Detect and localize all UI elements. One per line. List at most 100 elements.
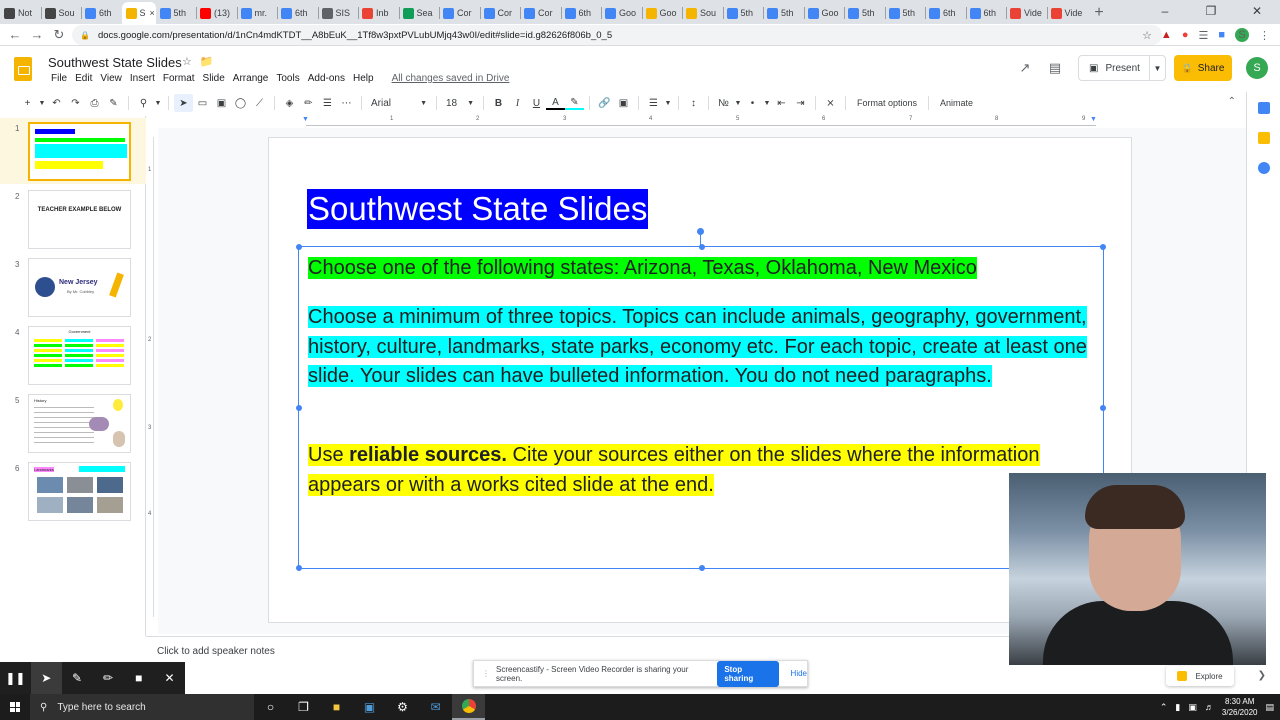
redo-icon[interactable]: ↷: [66, 94, 85, 112]
slide-thumbnail-6[interactable]: 6 Landmarks: [0, 458, 146, 524]
browser-tab[interactable]: Inb: [358, 2, 399, 24]
pdf-extension-icon[interactable]: ▲: [1161, 29, 1172, 41]
stop-sharing-button[interactable]: Stop sharing: [717, 660, 779, 687]
body-text-box[interactable]: Choose one of the following states: Ariz…: [296, 244, 1106, 571]
resize-handle[interactable]: [1100, 405, 1106, 411]
browser-tab[interactable]: Goo: [641, 2, 683, 24]
slide-thumbnail-4[interactable]: 4 Government: [0, 322, 146, 388]
present-button[interactable]: ▣ Present ▼: [1078, 55, 1166, 81]
undo-icon[interactable]: ↶: [47, 94, 66, 112]
browser-tab[interactable]: 5th: [763, 2, 804, 24]
text-color-icon[interactable]: A: [546, 96, 565, 110]
select-cursor-icon[interactable]: ➤: [174, 94, 193, 112]
paint-format-icon[interactable]: ✎: [104, 94, 123, 112]
settings-icon[interactable]: ⚙: [386, 694, 419, 720]
browser-tab[interactable]: 5th: [884, 2, 926, 24]
share-button[interactable]: 🔒 Share: [1174, 55, 1232, 81]
resize-handle[interactable]: [296, 565, 302, 571]
browser-tab[interactable]: Sou: [40, 2, 82, 24]
bookmark-star-icon[interactable]: ☆: [1142, 29, 1152, 42]
slide-thumbnail-2[interactable]: 2 TEACHER EXAMPLE BELOW: [0, 186, 146, 252]
chrome-menu-icon[interactable]: ⋮: [1259, 29, 1270, 42]
font-select[interactable]: Arial ▼: [367, 94, 431, 112]
menu-edit[interactable]: Edit: [71, 73, 96, 84]
taskbar-search[interactable]: ⚲ Type here to search: [30, 694, 254, 720]
browser-tab[interactable]: Vide: [1006, 2, 1047, 24]
file-explorer-icon[interactable]: ■: [320, 694, 353, 720]
slide-title[interactable]: Southwest State Slides: [307, 189, 649, 229]
browser-tab[interactable]: 6th: [965, 2, 1007, 24]
align-dropdown-icon[interactable]: ▼: [663, 94, 673, 112]
browser-tab[interactable]: 5th: [722, 2, 764, 24]
link-icon[interactable]: 🔗: [595, 94, 614, 112]
cursor-tool-icon[interactable]: ➤: [30, 662, 62, 694]
browser-tab[interactable]: Not: [0, 2, 41, 24]
browser-tab[interactable]: 5th: [156, 2, 197, 24]
docs-extension-icon[interactable]: ■: [1218, 29, 1225, 41]
menu-format[interactable]: Format: [159, 73, 199, 84]
menu-slide[interactable]: Slide: [199, 73, 229, 84]
browser-tab[interactable]: Goo: [803, 2, 845, 24]
font-size-select[interactable]: 18 ▼: [442, 94, 478, 112]
left-indent-marker[interactable]: ▼: [302, 116, 309, 123]
increase-indent-icon[interactable]: ⇥: [791, 94, 810, 112]
zoom-dropdown-icon[interactable]: ▼: [153, 94, 163, 112]
document-title[interactable]: Southwest State Slides: [48, 55, 182, 70]
collapse-menus-icon[interactable]: ⌃: [1228, 96, 1236, 107]
keep-icon[interactable]: [1257, 132, 1270, 144]
new-tab-button[interactable]: +: [1087, 2, 1111, 24]
highlight-color-icon[interactable]: ✎: [565, 96, 584, 110]
browser-tab[interactable]: 6th: [277, 2, 318, 24]
menu-tools[interactable]: Tools: [272, 73, 303, 84]
line-icon[interactable]: ⟋: [250, 94, 269, 112]
text-box-icon[interactable]: ▭: [193, 94, 212, 112]
align-icon[interactable]: ☰: [644, 94, 663, 112]
browser-tab[interactable]: S ×: [121, 2, 156, 24]
slide-thumbnail-3[interactable]: 3 New Jersey By Mr. Cobbley: [0, 254, 146, 320]
extension-icon[interactable]: ☰: [1198, 29, 1208, 42]
cortana-icon[interactable]: ○: [254, 694, 287, 720]
camera-toggle-icon[interactable]: ■: [123, 662, 154, 694]
pen-tool-icon[interactable]: ✎: [62, 662, 93, 694]
rotate-handle[interactable]: [697, 228, 704, 235]
browser-tab[interactable]: 6th: [925, 2, 966, 24]
move-folder-icon[interactable]: 📁: [200, 55, 214, 68]
browser-tab[interactable]: mr.: [236, 2, 278, 24]
task-view-icon[interactable]: ❐: [287, 694, 320, 720]
network-icon[interactable]: ▣: [1188, 702, 1197, 713]
tasks-icon[interactable]: [1257, 162, 1270, 174]
right-indent-marker[interactable]: ▼: [1090, 116, 1097, 123]
menu-arrange[interactable]: Arrange: [229, 73, 273, 84]
paragraph-topics[interactable]: Choose a minimum of three topics. Topics…: [308, 303, 1098, 392]
animate-button[interactable]: Animate: [934, 94, 979, 112]
maximize-button[interactable]: ❐: [1188, 0, 1234, 22]
browser-tab[interactable]: Cor: [520, 2, 561, 24]
slide-thumbnail-1[interactable]: 1: [0, 118, 146, 184]
resize-handle[interactable]: [1100, 244, 1106, 250]
close-toolbar-icon[interactable]: ✕: [154, 662, 185, 694]
explore-button[interactable]: Explore: [1166, 666, 1234, 686]
screencastify-icon[interactable]: ●: [1182, 29, 1189, 41]
forward-icon[interactable]: →: [26, 27, 48, 42]
slides-logo-icon[interactable]: [14, 57, 32, 81]
resize-handle[interactable]: [699, 244, 705, 250]
browser-tab[interactable]: Vide: [1046, 2, 1088, 24]
resize-handle[interactable]: [699, 565, 705, 571]
new-slide-dropdown-icon[interactable]: ▼: [37, 94, 47, 112]
comments-icon[interactable]: ▤: [1040, 60, 1070, 76]
minimize-button[interactable]: –: [1142, 0, 1188, 22]
shape-icon[interactable]: ◯: [231, 94, 250, 112]
browser-tab[interactable]: Cor: [479, 2, 521, 24]
menu-view[interactable]: View: [96, 73, 126, 84]
menu-help[interactable]: Help: [349, 73, 378, 84]
volume-icon[interactable]: ♬: [1205, 702, 1214, 712]
close-tab-icon[interactable]: ×: [150, 8, 155, 18]
line-spacing-icon[interactable]: ↕: [684, 94, 703, 112]
address-bar[interactable]: 🔒 docs.google.com/presentation/d/1nCn4md…: [72, 25, 1162, 45]
menu-file[interactable]: File: [47, 73, 71, 84]
present-dropdown-icon[interactable]: ▼: [1149, 56, 1165, 80]
browser-tab[interactable]: (13): [196, 2, 237, 24]
clock[interactable]: 8:30 AM 3/26/2020: [1222, 696, 1258, 718]
border-weight-icon[interactable]: ☰: [318, 94, 337, 112]
battery-icon[interactable]: ▮: [1175, 702, 1180, 713]
